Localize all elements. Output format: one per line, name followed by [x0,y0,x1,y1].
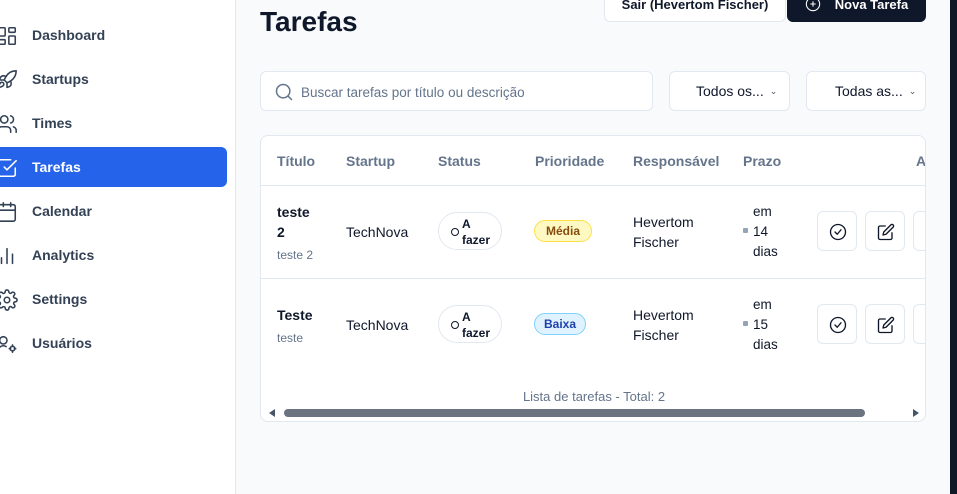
column-header-status: Status [438,153,481,169]
status-badge: Afazer [438,212,502,250]
logout-button[interactable]: Sair (Hevertom Fischer) [604,0,786,22]
horizontal-scrollbar[interactable] [261,404,925,421]
complete-task-button[interactable] [817,211,857,251]
plus-circle-icon [805,0,820,12]
logout-button-label: Sair (Hevertom Fischer) [621,0,769,12]
scroll-left-icon[interactable] [269,409,275,417]
users-icon [0,113,18,135]
user-settings-icon [0,333,18,355]
search-box [260,71,653,111]
task-title: Teste [277,307,313,323]
task-assignee: Hevertom [633,307,694,323]
rocket-icon [0,69,18,91]
status-badge: Afazer [438,305,502,343]
sidebar-item-label: Times [32,115,73,131]
sidebar-item-tarefas[interactable]: Tarefas [0,147,227,187]
task-title: teste [277,204,310,220]
priority-filter-value: Todas as... [835,83,903,99]
edit-task-button[interactable] [865,304,905,344]
sidebar-item-label: Usuários [32,335,92,351]
sidebar-item-calendar[interactable]: Calendar [0,191,227,231]
priority-badge: Média [534,220,592,242]
circle-icon [451,321,459,329]
column-header-priority: Prioridade [535,153,605,169]
search-icon [275,83,293,101]
chevron-down-icon: ⌄ [769,85,778,96]
sidebar-item-startups[interactable]: Startups [0,59,227,99]
delete-task-button[interactable] [913,211,925,251]
new-task-button-label: Nova Tarefa [834,0,909,12]
sidebar: Dashboard Startups Times Tarefas Calenda… [0,0,236,494]
column-header-title: Título [277,153,316,169]
complete-task-button[interactable] [817,304,857,344]
tasks-table: Título Startup Status Prioridade Respons… [260,135,926,422]
circle-icon [451,228,459,236]
sidebar-item-settings[interactable]: Settings [0,279,227,319]
sidebar-item-label: Dashboard [32,27,106,43]
task-description: teste [277,331,304,345]
task-startup: TechNova [346,317,409,333]
edit-icon [877,223,895,241]
page-title: Tarefas [260,6,358,37]
task-assignee: Fischer [633,327,679,343]
status-text: Afazer [462,217,491,247]
sidebar-item-usuarios[interactable]: Usuários [0,323,227,363]
column-header-actions: A [916,153,926,169]
priority-filter-select[interactable]: Todas as... ⌄ [806,71,926,111]
dashboard-icon [0,25,18,47]
status-filter-value: Todos os... [696,83,764,99]
gear-icon [0,289,18,311]
status-filter-select[interactable]: Todos os... ⌄ [669,71,790,111]
status-text: Afazer [462,310,491,340]
sidebar-item-label: Analytics [32,247,95,263]
sidebar-item-label: Calendar [32,203,92,219]
delete-task-button[interactable] [913,304,925,344]
main-content: Tarefas Sair (Hevertom Fischer) Nova Tar… [236,0,950,494]
sidebar-item-dashboard[interactable]: Dashboard [0,15,227,55]
scroll-right-icon[interactable] [913,409,919,417]
chevron-down-icon: ⌄ [908,85,917,96]
window-edge [950,0,957,494]
edit-icon [877,316,895,334]
sidebar-item-label: Tarefas [32,159,81,175]
edit-task-button[interactable] [865,211,905,251]
priority-badge: Baixa [534,313,586,335]
column-header-deadline: Prazo [743,153,782,169]
sidebar-item-times[interactable]: Times [0,103,227,143]
task-startup: TechNova [346,224,409,240]
task-assignee: Hevertom [633,214,694,230]
table-caption: Lista de tarefas - Total: 2 [522,389,666,404]
checkbox-icon [0,157,18,179]
bar-chart-icon [0,245,18,267]
task-deadline: em 14 dias [743,202,778,262]
clock-icon [743,321,748,326]
divider [261,278,925,279]
column-header-assignee: Responsável [633,153,720,169]
clock-icon [743,228,748,233]
task-title: 2 [277,224,285,240]
sidebar-item-analytics[interactable]: Analytics [0,235,227,275]
new-task-button[interactable]: Nova Tarefa [787,0,926,22]
task-assignee: Fischer [633,234,679,250]
search-input[interactable] [301,81,641,103]
task-deadline: em 15 dias [743,295,778,355]
task-description: teste 2 [277,248,314,262]
calendar-icon [0,201,18,223]
sidebar-item-label: Settings [32,291,88,307]
check-circle-icon [829,223,847,241]
check-circle-icon [829,316,847,334]
divider [261,185,925,186]
column-header-startup: Startup [346,153,395,169]
scrollbar-thumb[interactable] [284,409,865,417]
sidebar-item-label: Startups [32,71,89,87]
